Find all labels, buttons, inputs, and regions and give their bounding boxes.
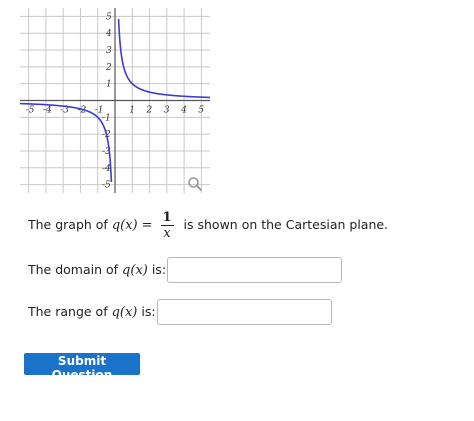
range-function-name: q(x)	[111, 305, 138, 320]
y-tick-label: -5	[102, 181, 111, 191]
question-suffix: is shown on the Cartesian plane.	[183, 217, 389, 232]
equals-sign: =	[141, 218, 153, 233]
range-prefix: The range of	[28, 304, 108, 319]
range-prompt: The range of q(x) is:	[28, 304, 156, 320]
x-tick-label: -5	[26, 106, 35, 116]
function-name: q(x)	[111, 218, 138, 233]
domain-input[interactable]	[167, 257, 342, 283]
x-tick-label: 1	[129, 106, 135, 116]
domain-prefix: The domain of	[28, 262, 119, 277]
y-tick-label: 1	[106, 80, 112, 90]
x-tick-label: -4	[43, 106, 52, 116]
domain-function-name: q(x)	[122, 263, 148, 278]
domain-suffix: is:	[151, 262, 167, 277]
submit-question-button[interactable]: Submit Question	[24, 353, 140, 382]
x-tick-label: 3	[164, 106, 170, 116]
x-tick-label: 2	[146, 106, 153, 116]
x-tick-label: 5	[198, 106, 204, 116]
y-tick-label: 4	[105, 29, 112, 39]
fraction: 1 x	[160, 210, 174, 241]
question-text: The graph of q(x) = 1 x is shown on the …	[28, 210, 388, 241]
x-tick-label: 4	[180, 106, 187, 116]
magnifier-icon[interactable]	[187, 176, 203, 192]
y-tick-label: 3	[106, 46, 112, 56]
fraction-denominator: x	[163, 226, 171, 241]
question-prefix: The graph of	[28, 217, 108, 232]
fraction-numerator: 1	[160, 210, 174, 226]
y-tick-label: -4	[102, 164, 111, 174]
domain-prompt: The domain of q(x) is:	[28, 262, 166, 278]
y-tick-label: 2	[105, 63, 112, 73]
range-suffix: is:	[141, 304, 156, 319]
range-input[interactable]	[157, 299, 332, 325]
y-tick-label: 5	[106, 12, 112, 22]
cartesian-graph: -5 -4 -3 -2 -1 1 2 3 4 554321-1-2-3-4-5	[20, 8, 210, 193]
y-tick-label: -1	[102, 113, 111, 123]
